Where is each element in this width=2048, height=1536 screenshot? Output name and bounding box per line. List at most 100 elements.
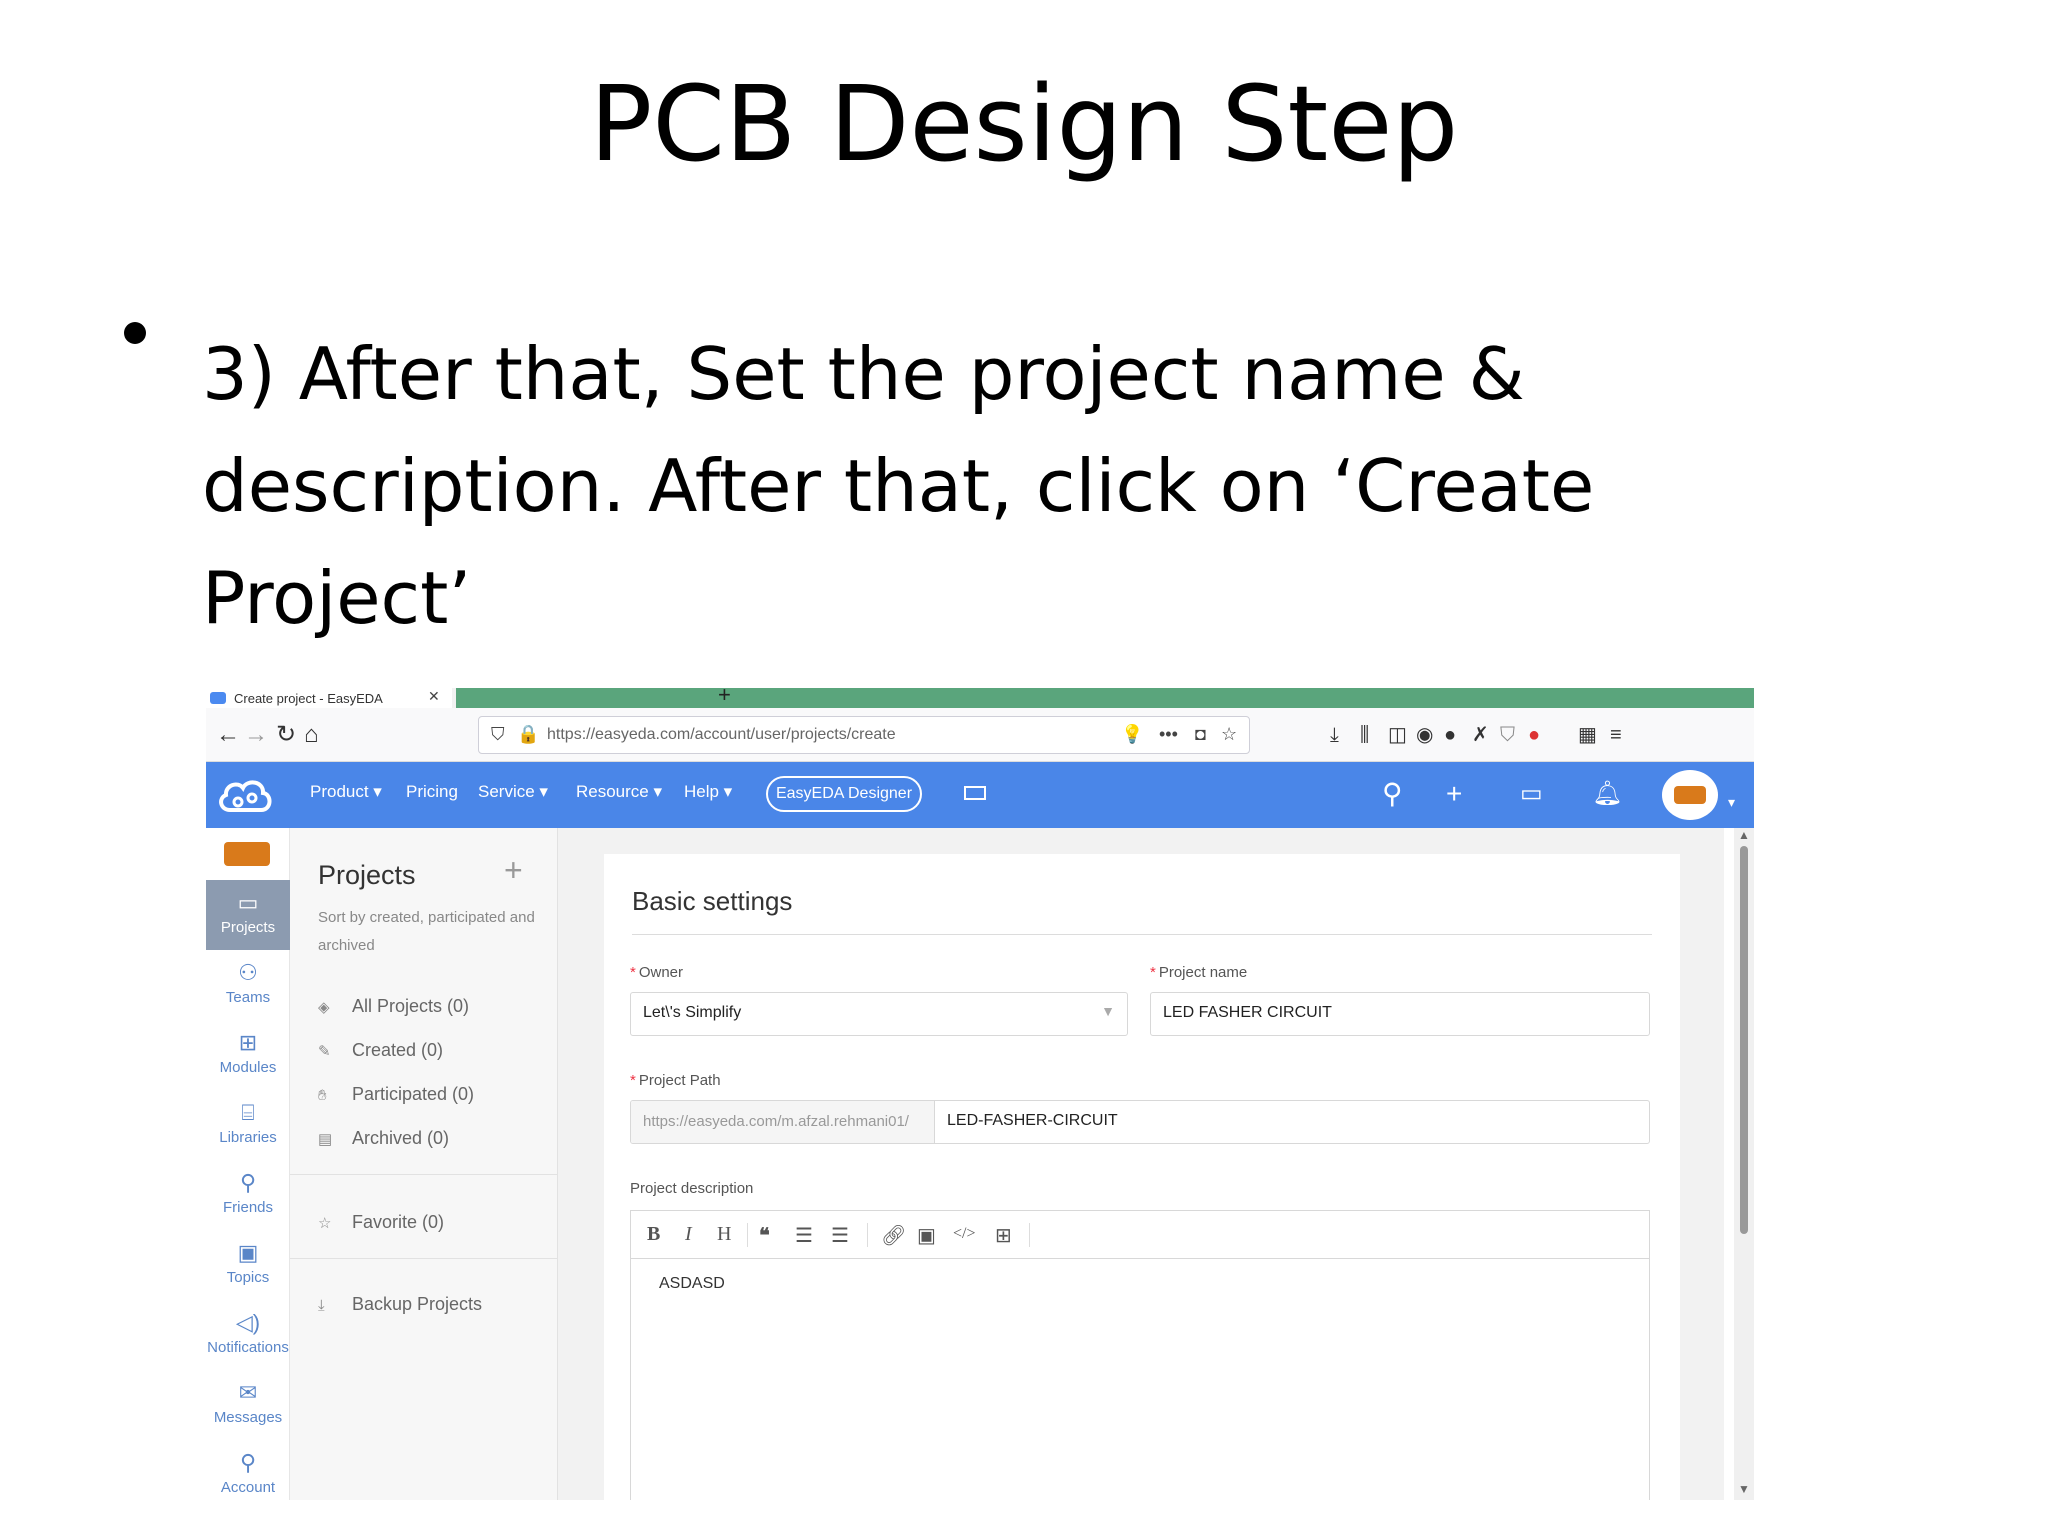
star-icon: ☆ [318, 1215, 332, 1232]
folder-icon: ▭ [237, 890, 259, 915]
filter-participated[interactable]: ✋︎ Participated (0) [318, 1084, 474, 1105]
description-editor[interactable]: B I H ❝ ☰ ☰ 🔗︎ ▣ </> ⊞ ASDASD [630, 1210, 1650, 1500]
image-icon[interactable]: ▣ [917, 1223, 936, 1248]
easyeda-designer-button[interactable]: EasyEDA Designer [766, 776, 922, 812]
slide-title: PCB Design Step [589, 63, 1459, 185]
quote-icon[interactable]: ❝ [759, 1223, 770, 1248]
projects-title: Projects [318, 860, 416, 890]
project-name-input[interactable]: LED FASHER CIRCUIT [1150, 992, 1650, 1036]
home-icon[interactable]: ⌂ [304, 721, 319, 749]
search-icon[interactable]: ⚲ [1382, 778, 1403, 810]
chevron-down-icon: ▼ [1101, 1003, 1115, 1019]
bookmark-star-icon[interactable]: ☆ [1221, 724, 1237, 745]
leftnav-projects[interactable]: ▭ Projects [206, 880, 290, 950]
leftnav-teams[interactable]: ⚇ Teams [206, 950, 290, 1020]
pencil-icon: ✎ [318, 1043, 331, 1060]
extension-shield-icon[interactable]: ⛉ [1500, 722, 1515, 748]
easyeda-cloud-logo-icon[interactable] [216, 776, 274, 816]
extension-k-icon[interactable]: ● [1444, 722, 1456, 748]
leftnav-friends[interactable]: ⚲ Friends [206, 1160, 290, 1230]
language-flag-icon[interactable] [964, 786, 986, 800]
layers-icon: ◈ [318, 999, 330, 1016]
table-icon[interactable]: ⊞ [995, 1223, 1012, 1248]
menu-service[interactable]: Service ▾ [478, 782, 548, 802]
filter-created[interactable]: ✎ Created (0) [318, 1040, 443, 1061]
backup-projects-link[interactable]: ⤓ Backup Projects [318, 1294, 482, 1315]
avatar-image [1674, 786, 1706, 804]
menu-pricing[interactable]: Pricing [406, 782, 458, 802]
project-path-prefix: https://easyeda.com/m.afzal.rehmani01/ [631, 1101, 935, 1143]
leftnav-modules[interactable]: ⊞ Modules [206, 1020, 290, 1090]
menu-help[interactable]: Help ▾ [684, 782, 732, 802]
lightbulb-icon[interactable]: 💡 [1121, 724, 1143, 745]
owner-value: Let\'s Simplify [643, 1004, 742, 1021]
close-tab-icon[interactable]: ✕ [428, 688, 440, 705]
card-title: Basic settings [632, 886, 793, 916]
back-arrow-icon[interactable]: ← [216, 721, 240, 749]
projects-pane: Projects + Sort by created, participated… [290, 828, 558, 1500]
user-icon: ⚲ [239, 1450, 257, 1475]
divider [747, 1223, 748, 1247]
shield-icon[interactable]: ⛉ [491, 724, 505, 745]
ordered-list-icon[interactable]: ☰ [795, 1223, 813, 1248]
more-actions-icon[interactable]: ••• [1159, 724, 1178, 745]
description-text: ASDASD [659, 1275, 725, 1292]
leftnav-topics[interactable]: ▣ Topics [206, 1230, 290, 1300]
pocket-icon[interactable]: ◘ [1195, 724, 1206, 745]
url-text: https://easyeda.com/account/user/project… [547, 726, 896, 743]
heading-icon[interactable]: H [717, 1223, 731, 1246]
scroll-down-icon[interactable]: ▼ [1738, 1482, 1750, 1496]
unordered-list-icon[interactable]: ☰ [831, 1223, 849, 1248]
easyeda-screenshot: Create project - EasyEDA ✕ + ← → ↻ ⌂ ⛉ 🔒… [206, 688, 1754, 1500]
leftnav-avatar[interactable] [224, 842, 270, 866]
forward-arrow-icon[interactable]: → [244, 721, 268, 749]
folder-icon[interactable]: ▭ [1520, 778, 1543, 810]
bold-icon[interactable]: B [647, 1223, 660, 1246]
basic-settings-card: Basic settings * Owner Let\'s Simplify ▼ … [604, 854, 1680, 1500]
bullet-text: 3) After that, Set the project name & de… [202, 332, 1595, 640]
code-icon[interactable]: </> [953, 1225, 976, 1243]
browser-tab-bar: Create project - EasyEDA ✕ + [206, 688, 1754, 708]
extension-x-icon[interactable]: ✗ [1472, 722, 1489, 748]
mail-icon: ✉ [238, 1380, 258, 1405]
user-avatar[interactable] [1662, 770, 1718, 820]
bell-icon[interactable]: 🔔︎ [1592, 778, 1622, 810]
leftnav-libraries[interactable]: ⌸ Libraries [206, 1090, 290, 1160]
hamburger-menu-icon[interactable]: ≡ [1610, 722, 1622, 748]
vertical-scrollbar[interactable]: ▲ ▼ [1734, 828, 1754, 1500]
reload-icon[interactable]: ↻ [276, 721, 296, 749]
project-path-input[interactable]: https://easyeda.com/m.afzal.rehmani01/ L… [630, 1100, 1650, 1144]
avatar-dropdown-caret-icon[interactable]: ▾ [1728, 786, 1735, 818]
owner-select[interactable]: Let\'s Simplify ▼ [630, 992, 1128, 1036]
filter-archived[interactable]: ▤ Archived (0) [318, 1128, 449, 1149]
add-icon[interactable]: + [1446, 778, 1462, 810]
divider [867, 1223, 868, 1247]
filter-all-projects[interactable]: ◈ All Projects (0) [318, 996, 469, 1017]
account-circle-icon[interactable]: ◉ [1416, 722, 1433, 748]
library-icon[interactable]: ⫼ [1360, 722, 1369, 748]
sidebar-icon[interactable]: ◫ [1388, 722, 1407, 748]
add-project-button[interactable]: + [504, 852, 523, 889]
new-tab-button[interactable]: + [718, 688, 731, 708]
scroll-thumb[interactable] [1740, 846, 1748, 1234]
extensions-icon[interactable]: ▦ [1578, 722, 1597, 748]
link-icon[interactable]: 🔗︎ [881, 1223, 906, 1248]
project-description-label: Project description [630, 1180, 754, 1197]
divider [290, 1258, 558, 1259]
extension-pocket-icon[interactable]: ● [1528, 722, 1540, 748]
leftnav-notifications[interactable]: ◁) Notifications [206, 1300, 290, 1370]
filter-favorite[interactable]: ☆ Favorite (0) [318, 1212, 444, 1233]
project-path-value: LED-FASHER-CIRCUIT [947, 1112, 1118, 1129]
menu-product[interactable]: Product ▾ [310, 782, 382, 802]
menu-resource[interactable]: Resource ▾ [576, 782, 662, 802]
main-content: Basic settings * Owner Let\'s Simplify ▼ … [558, 828, 1724, 1500]
divider [1029, 1223, 1030, 1247]
leftnav-account[interactable]: ⚲ Account [206, 1440, 290, 1500]
address-bar[interactable]: ⛉ 🔒 https://easyeda.com/account/user/pro… [478, 716, 1250, 754]
browser-tab[interactable]: Create project - EasyEDA ✕ [206, 688, 452, 708]
hand-icon: ✋︎ [318, 1087, 327, 1104]
scroll-up-icon[interactable]: ▲ [1738, 828, 1750, 842]
download-icon[interactable]: ⤓ [1330, 722, 1339, 748]
leftnav-messages[interactable]: ✉ Messages [206, 1370, 290, 1440]
italic-icon[interactable]: I [685, 1223, 692, 1246]
